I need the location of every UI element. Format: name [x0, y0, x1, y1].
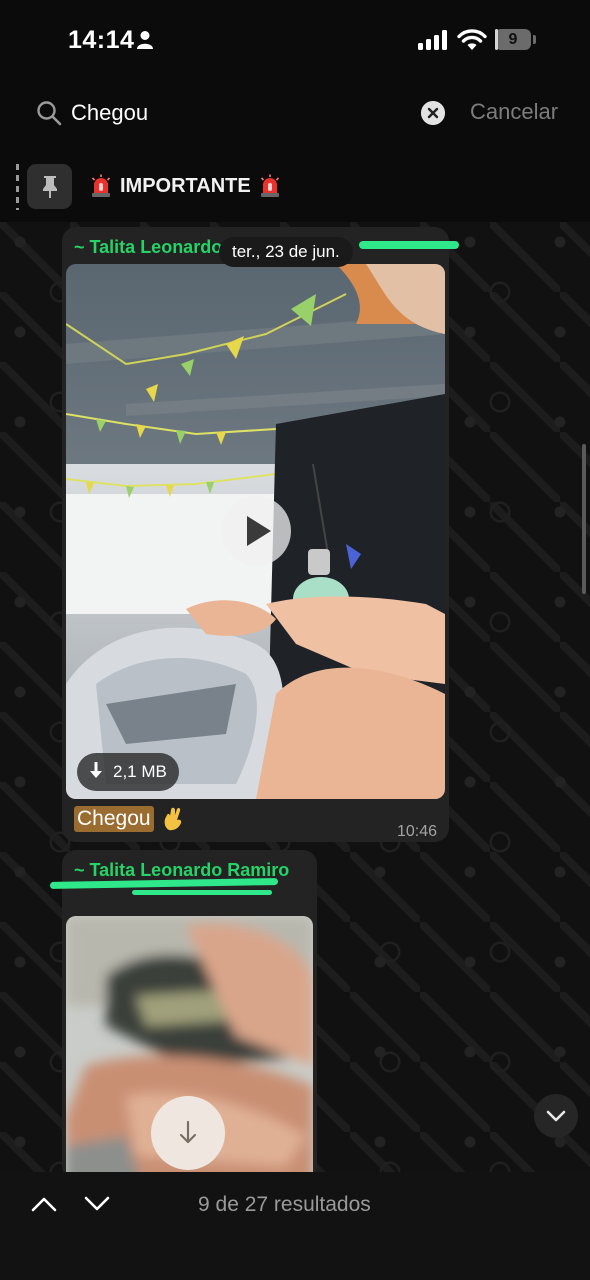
- pinned-message-text: IMPORTANTE: [90, 174, 281, 198]
- previous-result-button[interactable]: [30, 1192, 58, 1216]
- message-caption: Chegou: [74, 806, 184, 832]
- search-icon: [37, 101, 62, 126]
- status-bar: 14:14 9: [0, 0, 590, 80]
- redaction-scribble: [359, 241, 459, 249]
- pinned-label: IMPORTANTE: [120, 174, 251, 197]
- chevron-down-icon: [546, 1110, 566, 1122]
- download-icon: [90, 762, 102, 778]
- signal-icon: [418, 30, 447, 50]
- play-icon: [247, 516, 271, 546]
- search-highlight: Chegou: [74, 806, 154, 832]
- next-result-button[interactable]: [83, 1192, 111, 1216]
- battery-icon: 9: [495, 29, 531, 50]
- pin-icon: [43, 176, 57, 198]
- search-bar: Cancelar: [0, 80, 590, 150]
- person-icon: [137, 31, 153, 49]
- redaction-scribble: [132, 890, 272, 895]
- search-results-bar: 9 de 27 resultados: [0, 1172, 590, 1280]
- chat-area[interactable]: ~ Talita Leonardo 2,1 MB Chegou 10:46 te…: [0, 222, 590, 1172]
- battery-level: 9: [508, 31, 518, 48]
- pin-button[interactable]: [27, 164, 72, 209]
- message-time: 10:46: [396, 823, 437, 840]
- clear-search-icon[interactable]: [421, 101, 445, 125]
- download-size-badge[interactable]: 2,1 MB: [77, 753, 179, 791]
- wifi-icon: [457, 29, 487, 50]
- scrollbar[interactable]: [582, 444, 586, 594]
- arrow-down-icon: [179, 1120, 197, 1144]
- siren-icon: [91, 174, 111, 197]
- battery-nub: [533, 35, 536, 44]
- results-counter: 9 de 27 resultados: [198, 1193, 371, 1216]
- pinned-indicator: [16, 164, 19, 210]
- crossed-fingers-icon: [164, 807, 181, 831]
- play-button[interactable]: [221, 496, 291, 566]
- video-thumbnail[interactable]: 2,1 MB: [66, 264, 445, 799]
- cancel-button[interactable]: Cancelar: [470, 99, 558, 125]
- file-size: 2,1 MB: [113, 762, 167, 781]
- siren-icon: [260, 174, 279, 197]
- search-input[interactable]: [71, 97, 401, 129]
- status-time: 14:14: [68, 26, 135, 54]
- message-bubble[interactable]: ~ Talita Leonardo 2,1 MB Chegou 10:46: [62, 227, 459, 842]
- date-chip: ter., 23 de jun.: [219, 237, 353, 267]
- pinned-message-bar[interactable]: IMPORTANTE: [0, 150, 590, 223]
- sender-name[interactable]: ~ Talita Leonardo: [74, 237, 222, 258]
- scroll-to-bottom-button[interactable]: [534, 1094, 578, 1138]
- download-button[interactable]: [151, 1096, 225, 1170]
